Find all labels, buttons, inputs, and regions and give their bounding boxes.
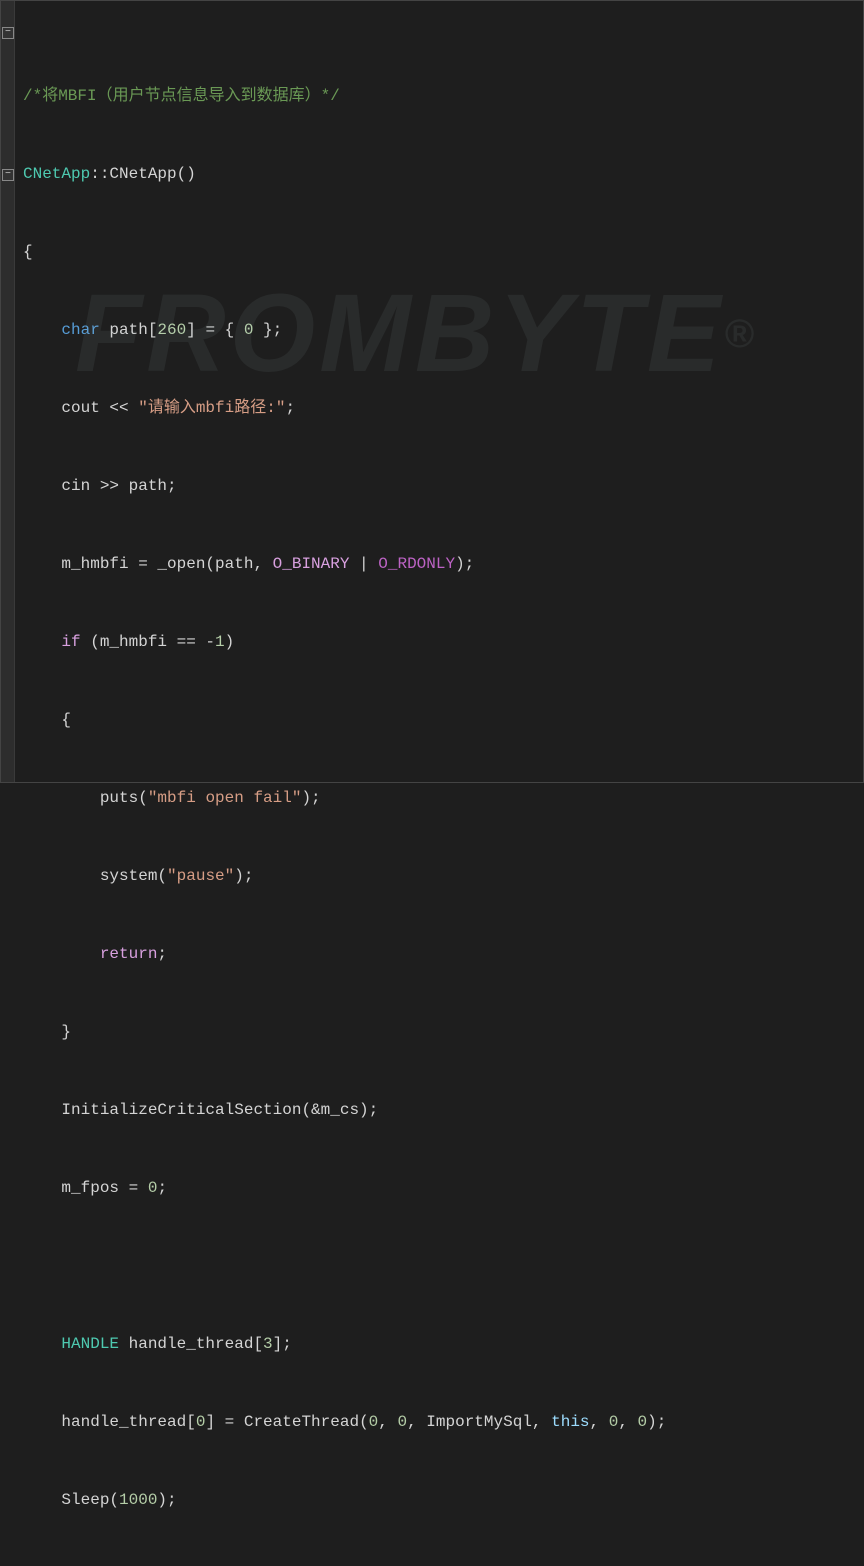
code-line: if (m_hmbfi == -1) [23,629,855,655]
code-area[interactable]: FROMBYTE® /*将MBFI（用户节点信息导入到数据库）*/ CNetAp… [15,1,863,782]
fold-icon[interactable]: − [2,169,14,181]
code-line: handle_thread[0] = CreateThread(0, 0, Im… [23,1409,855,1435]
code-line: puts("线程1启动完成"); [23,1565,855,1566]
code-line: /*将MBFI（用户节点信息导入到数据库）*/ [23,83,855,109]
code-line: cin >> path; [23,473,855,499]
code-line: HANDLE handle_thread[3]; [23,1331,855,1357]
code-line: } [23,1019,855,1045]
code-editor[interactable]: − − FROMBYTE® /*将MBFI（用户节点信息导入到数据库）*/ CN… [0,0,864,783]
code-line: puts("mbfi open fail"); [23,785,855,811]
code-line: InitializeCriticalSection(&m_cs); [23,1097,855,1123]
code-line: system("pause"); [23,863,855,889]
gutter: − − [1,1,15,782]
code-line: cout << "请输入mbfi路径:"; [23,395,855,421]
code-line: return; [23,941,855,967]
code-line: CNetApp::CNetApp() [23,161,855,187]
code-line: m_fpos = 0; [23,1175,855,1201]
code-line: m_hmbfi = _open(path, O_BINARY | O_RDONL… [23,551,855,577]
code-line: char path[260] = { 0 }; [23,317,855,343]
code-line: { [23,707,855,733]
code-line: { [23,239,855,265]
code-line [23,1253,855,1279]
code-line: Sleep(1000); [23,1487,855,1513]
fold-icon[interactable]: − [2,27,14,39]
